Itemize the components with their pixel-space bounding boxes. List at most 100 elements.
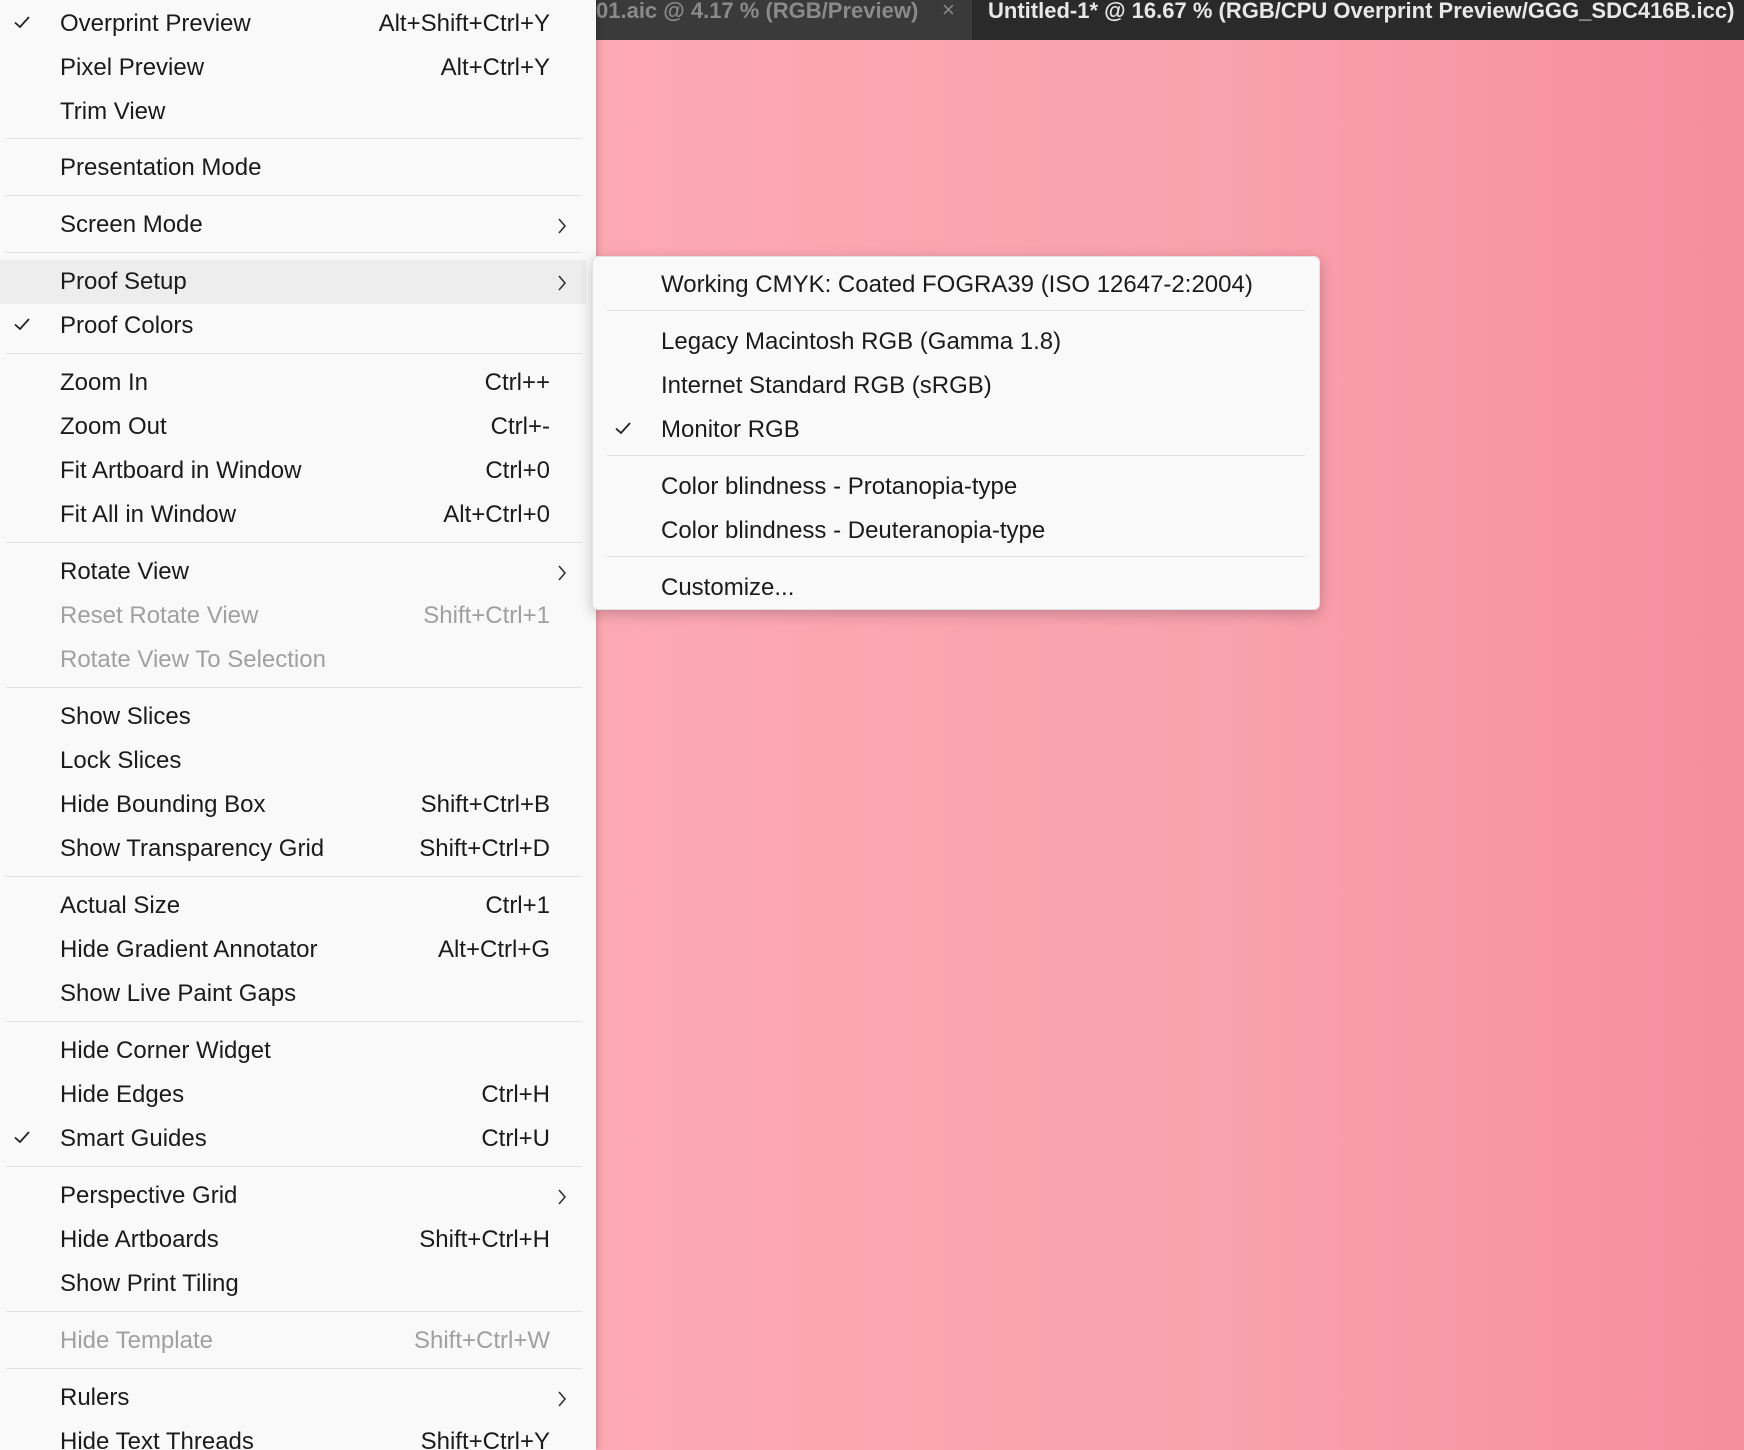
menu-item-perspective-grid[interactable]: Perspective Grid: [0, 1174, 586, 1218]
menu-item-screen-mode[interactable]: Screen Mode: [0, 203, 586, 247]
artboard-canvas[interactable]: [596, 40, 1744, 1450]
menu-item-show-transparency-grid[interactable]: Show Transparency Grid Shift+Ctrl+D: [0, 827, 586, 871]
menu-item-rulers[interactable]: Rulers: [0, 1376, 586, 1420]
tab-document-01[interactable]: 01.aic @ 4.17 % (RGB/Preview) ×: [596, 0, 972, 40]
submenu-item-working-cmyk[interactable]: Working CMYK: Coated FOGRA39 (ISO 12647-…: [593, 261, 1319, 305]
menu-item-label: Rulers: [60, 1384, 130, 1411]
chevron-right-icon: [558, 275, 567, 291]
checkmark-icon: [14, 1131, 30, 1144]
menu-item-label: Show Slices: [60, 703, 191, 730]
menu-separator: [6, 687, 582, 688]
menu-item-hide-corner-widget[interactable]: Hide Corner Widget: [0, 1029, 586, 1073]
menu-item-label: Zoom In: [60, 369, 149, 396]
menu-item-shortcut: Alt+Shift+Ctrl+Y: [378, 10, 550, 37]
menu-item-hide-bounding-box[interactable]: Hide Bounding Box Shift+Ctrl+B: [0, 783, 586, 827]
view-menu: Overprint Preview Alt+Shift+Ctrl+Y Pixel…: [0, 0, 596, 1450]
menu-separator: [6, 542, 582, 543]
submenu-item-monitor-rgb[interactable]: Monitor RGB: [593, 406, 1319, 450]
menu-item-shortcut: Ctrl++: [484, 369, 550, 396]
close-icon[interactable]: ×: [942, 0, 955, 22]
tab-title: Untitled-1* @ 16.67 % (RGB/CPU Overprint…: [988, 0, 1735, 23]
menu-item-shortcut: Ctrl+1: [485, 892, 550, 919]
menu-item-label: Proof Setup: [60, 268, 187, 295]
menu-item-hide-gradient-annotator[interactable]: Hide Gradient Annotator Alt+Ctrl+G: [0, 928, 586, 972]
menu-item-label: Perspective Grid: [60, 1182, 238, 1209]
menu-item-proof-colors[interactable]: Proof Colors: [0, 304, 586, 348]
menu-item-label: Smart Guides: [60, 1125, 207, 1152]
checkmark-icon: [14, 16, 30, 29]
menu-item-pixel-preview[interactable]: Pixel Preview Alt+Ctrl+Y: [0, 46, 586, 90]
menu-item-shortcut: Alt+Ctrl+0: [443, 501, 550, 528]
menu-item-show-print-tiling[interactable]: Show Print Tiling: [0, 1262, 586, 1306]
menu-item-overprint-preview[interactable]: Overprint Preview Alt+Shift+Ctrl+Y: [0, 2, 586, 46]
menu-separator: [6, 138, 582, 139]
menu-item-label: Actual Size: [60, 892, 181, 919]
submenu-item-legacy-mac-rgb[interactable]: Legacy Macintosh RGB (Gamma 1.8): [593, 318, 1319, 362]
proof-setup-submenu: Working CMYK: Coated FOGRA39 (ISO 12647-…: [592, 256, 1320, 610]
menu-item-proof-setup[interactable]: Proof Setup: [0, 260, 586, 304]
submenu-item-label: Legacy Macintosh RGB (Gamma 1.8): [661, 328, 1062, 355]
menu-item-hide-template: Hide Template Shift+Ctrl+W: [0, 1319, 586, 1363]
menu-item-shortcut: Shift+Ctrl+1: [423, 602, 550, 629]
menu-item-label: Rotate View: [60, 558, 189, 585]
menu-item-shortcut: Alt+Ctrl+Y: [440, 54, 550, 81]
menu-item-label: Screen Mode: [60, 211, 203, 238]
submenu-item-protanopia[interactable]: Color blindness - Protanopia-type: [593, 463, 1319, 507]
menu-item-hide-artboards[interactable]: Hide Artboards Shift+Ctrl+H: [0, 1218, 586, 1262]
menu-item-label: Hide Edges: [60, 1081, 185, 1108]
menu-item-shortcut: Shift+Ctrl+H: [419, 1226, 550, 1253]
submenu-item-srgb[interactable]: Internet Standard RGB (sRGB): [593, 362, 1319, 406]
menu-item-label: Hide Template: [60, 1327, 213, 1354]
submenu-item-label: Internet Standard RGB (sRGB): [661, 372, 992, 399]
menu-separator: [6, 1311, 582, 1312]
menu-item-shortcut: Alt+Ctrl+G: [437, 936, 550, 963]
submenu-item-label: Color blindness - Protanopia-type: [661, 473, 1018, 500]
menu-item-trim-view[interactable]: Trim View: [0, 90, 586, 134]
menu-item-reset-rotate-view: Reset Rotate View Shift+Ctrl+1: [0, 594, 586, 638]
menu-item-label: Hide Artboards: [60, 1226, 219, 1253]
submenu-item-label: Monitor RGB: [661, 416, 800, 443]
menu-item-shortcut: Ctrl+U: [481, 1125, 550, 1152]
chevron-right-icon: [558, 1391, 567, 1407]
menu-item-label: Hide Text Threads: [60, 1428, 254, 1450]
menu-item-smart-guides[interactable]: Smart Guides Ctrl+U: [0, 1117, 586, 1161]
menu-separator: [607, 310, 1305, 311]
menu-item-rotate-view[interactable]: Rotate View: [0, 550, 586, 594]
menu-item-zoom-in[interactable]: Zoom In Ctrl++: [0, 361, 586, 405]
chevron-right-icon: [558, 218, 567, 234]
menu-separator: [6, 1021, 582, 1022]
document-tab-bar: 01.aic @ 4.17 % (RGB/Preview) × Untitled…: [596, 0, 1744, 40]
menu-item-label: Hide Gradient Annotator: [60, 936, 318, 963]
menu-separator: [6, 1166, 582, 1167]
menu-item-label: Hide Bounding Box: [60, 791, 266, 818]
menu-item-label: Zoom Out: [60, 413, 167, 440]
menu-item-show-live-paint-gaps[interactable]: Show Live Paint Gaps: [0, 972, 586, 1016]
menu-item-label: Show Live Paint Gaps: [60, 980, 297, 1007]
tab-title: 01.aic @ 4.17 % (RGB/Preview): [596, 0, 919, 23]
tab-document-untitled-1[interactable]: Untitled-1* @ 16.67 % (RGB/CPU Overprint…: [972, 0, 1744, 40]
menu-item-zoom-out[interactable]: Zoom Out Ctrl+-: [0, 405, 586, 449]
submenu-item-deuteranopia[interactable]: Color blindness - Deuteranopia-type: [593, 507, 1319, 551]
menu-item-shortcut: Ctrl+H: [481, 1081, 550, 1108]
menu-item-fit-all[interactable]: Fit All in Window Alt+Ctrl+0: [0, 493, 586, 537]
checkmark-icon: [615, 422, 631, 435]
menu-item-label: Rotate View To Selection: [60, 646, 326, 673]
menu-item-show-slices[interactable]: Show Slices: [0, 695, 586, 739]
menu-separator: [607, 556, 1305, 557]
submenu-item-label: Working CMYK: Coated FOGRA39 (ISO 12647-…: [661, 271, 1253, 298]
submenu-item-customize[interactable]: Customize...: [593, 564, 1319, 608]
menu-item-shortcut: Shift+Ctrl+Y: [420, 1428, 550, 1450]
menu-item-hide-edges[interactable]: Hide Edges Ctrl+H: [0, 1073, 586, 1117]
menu-item-label: Presentation Mode: [60, 154, 262, 181]
menu-item-presentation-mode[interactable]: Presentation Mode: [0, 146, 586, 190]
menu-separator: [6, 1368, 582, 1369]
menu-item-label: Show Transparency Grid: [60, 835, 325, 862]
menu-item-lock-slices[interactable]: Lock Slices: [0, 739, 586, 783]
menu-item-label: Fit Artboard in Window: [60, 457, 302, 484]
menu-item-label: Show Print Tiling: [60, 1270, 239, 1297]
menu-item-shortcut: Shift+Ctrl+W: [413, 1327, 550, 1354]
menu-item-shortcut: Shift+Ctrl+B: [420, 791, 550, 818]
menu-item-actual-size[interactable]: Actual Size Ctrl+1: [0, 884, 586, 928]
menu-item-fit-artboard[interactable]: Fit Artboard in Window Ctrl+0: [0, 449, 586, 493]
menu-item-hide-text-threads[interactable]: Hide Text Threads Shift+Ctrl+Y: [0, 1420, 586, 1450]
